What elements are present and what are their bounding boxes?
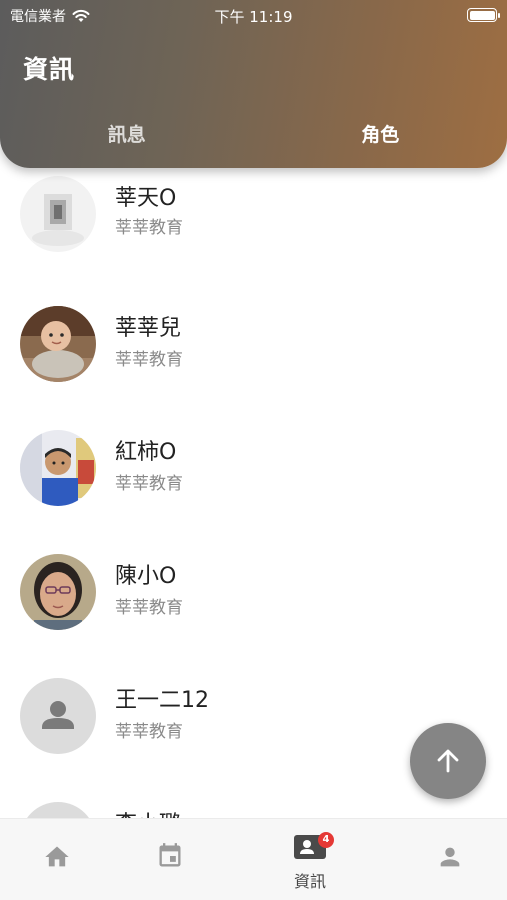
calendar-icon bbox=[159, 843, 181, 867]
person-placeholder-icon bbox=[42, 701, 74, 729]
scroll-to-top-button[interactable] bbox=[410, 723, 486, 799]
person-icon bbox=[440, 847, 460, 867]
avatar bbox=[20, 306, 96, 382]
list-item[interactable]: 李小璐 bbox=[0, 794, 507, 818]
list-item[interactable]: 莘莘兒 莘莘教育 bbox=[0, 298, 507, 422]
avatar bbox=[20, 678, 96, 754]
avatar bbox=[20, 176, 96, 252]
contact-org: 莘莘教育 bbox=[115, 598, 183, 618]
list-item[interactable]: 紅柿O 莘莘教育 bbox=[0, 422, 507, 546]
contact-list[interactable]: 莘天O 莘莘教育 莘莘兒 莘莘教育 紅柿O 莘莘教育 陳小O 莘莘教育 王一二1… bbox=[0, 168, 507, 818]
app-header: 電信業者 下午 11:19 資訊 訊息 角色 bbox=[0, 0, 507, 168]
home-icon bbox=[45, 846, 69, 867]
status-time: 下午 11:19 bbox=[214, 8, 293, 26]
person-placeholder-icon bbox=[20, 802, 96, 818]
tab-messages[interactable]: 訊息 bbox=[0, 118, 254, 152]
contact-name: 王一二12 bbox=[115, 688, 209, 713]
avatar bbox=[20, 430, 96, 506]
nav-info-label: 資訊 bbox=[293, 872, 326, 891]
battery-icon bbox=[467, 8, 500, 22]
nav-home[interactable] bbox=[17, 819, 97, 900]
notification-badge: 4 bbox=[318, 832, 334, 848]
list-item[interactable]: 莘天O 莘莘教育 bbox=[0, 168, 507, 252]
avatar bbox=[20, 802, 96, 818]
nav-info[interactable]: 4 資訊 bbox=[270, 819, 350, 900]
status-bar: 電信業者 下午 11:19 bbox=[0, 0, 507, 30]
contact-org: 莘莘教育 bbox=[115, 722, 183, 742]
nav-calendar[interactable] bbox=[130, 819, 210, 900]
tab-bar: 訊息 角色 bbox=[0, 118, 507, 152]
contact-name: 李小璐 bbox=[115, 806, 181, 818]
contact-name: 紅柿O bbox=[115, 440, 177, 465]
contact-name: 陳小O bbox=[115, 564, 177, 589]
avatar bbox=[20, 554, 96, 630]
contact-org: 莘莘教育 bbox=[115, 218, 183, 238]
list-item[interactable]: 陳小O 莘莘教育 bbox=[0, 546, 507, 670]
bottom-navigation: 4 資訊 bbox=[0, 818, 507, 900]
nav-profile[interactable] bbox=[410, 819, 490, 900]
contact-name: 莘天O bbox=[115, 186, 177, 211]
contact-org: 莘莘教育 bbox=[115, 350, 183, 370]
contact-name: 莘莘兒 bbox=[115, 316, 182, 341]
tab-roles[interactable]: 角色 bbox=[254, 118, 507, 152]
page-title: 資訊 bbox=[23, 55, 76, 84]
arrow-up-icon bbox=[437, 749, 459, 773]
contact-org: 莘莘教育 bbox=[115, 474, 183, 494]
